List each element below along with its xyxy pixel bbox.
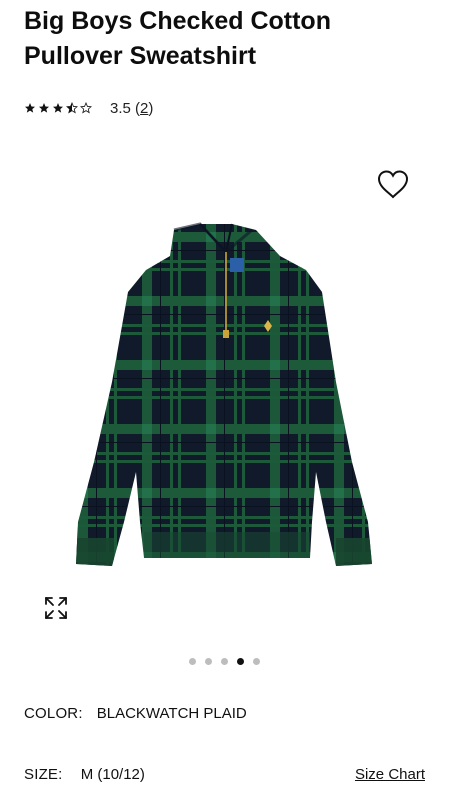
star-full-icon (39, 103, 49, 113)
product-title: Big Boys Checked Cotton Pullover Sweatsh… (24, 7, 331, 70)
rating-text: 3.5 (2) (110, 99, 154, 117)
rating-summary[interactable]: 3.5 (2) (24, 96, 153, 120)
star-full-icon (53, 103, 63, 113)
color-row: COLOR: BLACKWATCH PLAID (24, 705, 425, 722)
star-empty-icon (80, 102, 92, 114)
carousel-dot[interactable] (221, 658, 228, 665)
heart-outline-icon[interactable] (376, 168, 410, 200)
size-value[interactable]: M (10/12) (81, 766, 145, 783)
color-label: COLOR: (24, 705, 83, 722)
size-chart-link[interactable]: Size Chart (355, 766, 425, 783)
carousel-dot-active[interactable] (237, 658, 244, 665)
star-full-icon (25, 103, 35, 113)
rating-count-link[interactable]: 2 (140, 100, 148, 117)
product-image[interactable] (66, 222, 386, 642)
carousel-dot[interactable] (253, 658, 260, 665)
carousel-dots (0, 658, 449, 665)
rating-stars (24, 102, 92, 114)
carousel-dot[interactable] (189, 658, 196, 665)
size-label: SIZE: (24, 766, 63, 783)
expand-arrows-icon[interactable] (42, 594, 70, 622)
color-value: BLACKWATCH PLAID (96, 705, 247, 722)
star-half-icon (66, 102, 78, 114)
carousel-dot[interactable] (205, 658, 212, 665)
rating-value: 3.5 (110, 99, 131, 117)
size-row: SIZE: M (10/12) Size Chart (24, 766, 425, 783)
